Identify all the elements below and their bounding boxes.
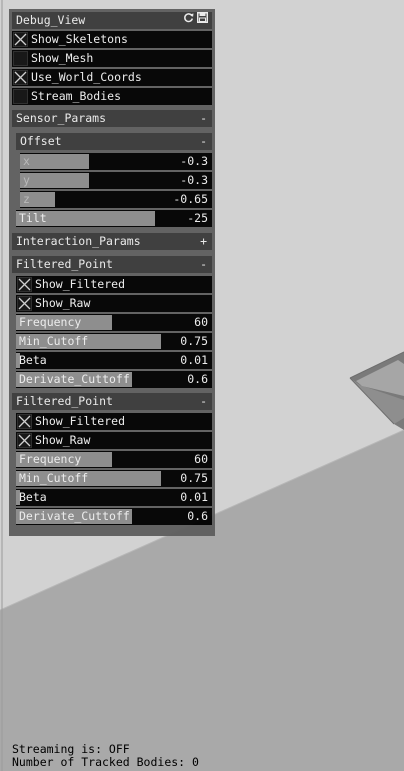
slider-label: Derivate_Cuttoff	[19, 372, 130, 386]
parameter-panel: Debug_View Show_Skeletons Show_Mesh Use_…	[9, 9, 215, 536]
offset-header[interactable]: Offset -	[16, 133, 212, 150]
slider-label: Beta	[19, 490, 47, 504]
slider-beta[interactable]: Beta 0.01	[16, 352, 212, 369]
checkbox-show-filtered[interactable]	[17, 277, 32, 292]
checkbox-show-mesh[interactable]	[13, 51, 28, 66]
slider-min-cutoff[interactable]: Min_Cutoff 0.75	[16, 470, 212, 487]
toggle-label: Show_Filtered	[35, 414, 126, 428]
collapse-toggle[interactable]: -	[200, 133, 207, 150]
slider-frequency[interactable]: Frequency 60	[16, 314, 212, 331]
slider-label: Min_Cutoff	[19, 334, 89, 348]
slider-derivate-cuttoff[interactable]: Derivate_Cuttoff 0.6	[16, 508, 212, 525]
save-icon[interactable]	[197, 12, 208, 23]
filtered-point-title: Filtered_Point	[16, 257, 113, 271]
slider-offset-y[interactable]: y -0.3	[20, 172, 212, 189]
expand-toggle[interactable]: +	[200, 233, 207, 250]
slider-fill	[20, 154, 90, 169]
checkbox-show-filtered[interactable]	[17, 414, 32, 429]
slider-label: Frequency	[19, 315, 82, 329]
slider-value: 0.75	[180, 471, 208, 485]
slider-frequency[interactable]: Frequency 60	[16, 451, 212, 468]
toggle-label: Show_Raw	[35, 433, 91, 447]
toggle-label: Use_World_Coords	[31, 70, 142, 84]
slider-value: 0.01	[180, 490, 208, 504]
toggle-label: Show_Skeletons	[31, 32, 128, 46]
filtered-point-title: Filtered_Point	[16, 394, 113, 408]
checkbox-use-world-coords[interactable]	[13, 70, 28, 85]
filtered-point-header[interactable]: Filtered_Point -	[12, 256, 212, 273]
slider-value: 0.6	[187, 372, 208, 386]
sensor-params-header[interactable]: Sensor_Params -	[12, 110, 212, 127]
slider-label: Derivate_Cuttoff	[19, 509, 130, 523]
slider-label: Min_Cutoff	[19, 471, 89, 485]
toggle-label: Show_Mesh	[31, 51, 94, 65]
slider-derivate-cuttoff[interactable]: Derivate_Cuttoff 0.6	[16, 371, 212, 388]
slider-value: -0.65	[173, 192, 208, 206]
slider-value: 60	[194, 315, 208, 329]
slider-label: z	[23, 192, 30, 206]
slider-value: -0.3	[180, 173, 208, 187]
toggle-label: Stream_Bodies	[31, 89, 122, 103]
slider-value: 0.01	[180, 353, 208, 367]
slider-label: y	[23, 173, 30, 187]
checkbox-show-raw[interactable]	[17, 433, 32, 448]
slider-min-cutoff[interactable]: Min_Cutoff 0.75	[16, 333, 212, 350]
streaming-status: Streaming is: OFF	[12, 742, 130, 756]
slider-value: 0.75	[180, 334, 208, 348]
slider-value: -0.3	[180, 154, 208, 168]
interaction-params-header[interactable]: Interaction_Params +	[12, 233, 212, 250]
toggle-show-skeletons[interactable]: Show_Skeletons	[12, 31, 212, 48]
slider-tilt[interactable]: Tilt -25	[16, 210, 212, 227]
slider-offset-x[interactable]: x -0.3	[20, 153, 212, 170]
slider-label: Tilt	[19, 211, 47, 225]
checkbox-show-raw[interactable]	[17, 296, 32, 311]
collapse-toggle[interactable]: -	[200, 393, 207, 410]
slider-value: 60	[194, 452, 208, 466]
slider-fill	[20, 173, 90, 188]
toggle-show-filtered[interactable]: Show_Filtered	[16, 413, 212, 430]
slider-label: x	[23, 154, 30, 168]
offset-title: Offset	[20, 134, 62, 148]
toggle-show-raw[interactable]: Show_Raw	[16, 295, 212, 312]
toggle-show-mesh[interactable]: Show_Mesh	[12, 50, 212, 67]
checkbox-show-skeletons[interactable]	[13, 32, 28, 47]
sensor-params-title: Sensor_Params	[16, 111, 107, 125]
slider-label: Frequency	[19, 452, 82, 466]
tracked-bodies-count: Number of Tracked Bodies: 0	[12, 755, 199, 769]
debug-view-header[interactable]: Debug_View	[12, 12, 212, 29]
debug-view-title: Debug_View	[16, 13, 86, 27]
collapse-toggle[interactable]: -	[200, 110, 207, 127]
interaction-params-title: Interaction_Params	[16, 234, 141, 248]
toggle-label: Show_Filtered	[35, 277, 126, 291]
toggle-stream-bodies[interactable]: Stream_Bodies	[12, 88, 212, 105]
refresh-icon[interactable]	[183, 12, 194, 23]
toggle-show-filtered[interactable]: Show_Filtered	[16, 276, 212, 293]
toggle-show-raw[interactable]: Show_Raw	[16, 432, 212, 449]
filtered-point-header[interactable]: Filtered_Point -	[12, 393, 212, 410]
collapse-toggle[interactable]: -	[200, 256, 207, 273]
slider-offset-z[interactable]: z -0.65	[20, 191, 212, 208]
toggle-use-world-coords[interactable]: Use_World_Coords	[12, 69, 212, 86]
slider-value: 0.6	[187, 509, 208, 523]
slider-label: Beta	[19, 353, 47, 367]
slider-value: -25	[187, 211, 208, 225]
slider-beta[interactable]: Beta 0.01	[16, 489, 212, 506]
checkbox-stream-bodies[interactable]	[13, 89, 28, 104]
toggle-label: Show_Raw	[35, 296, 91, 310]
